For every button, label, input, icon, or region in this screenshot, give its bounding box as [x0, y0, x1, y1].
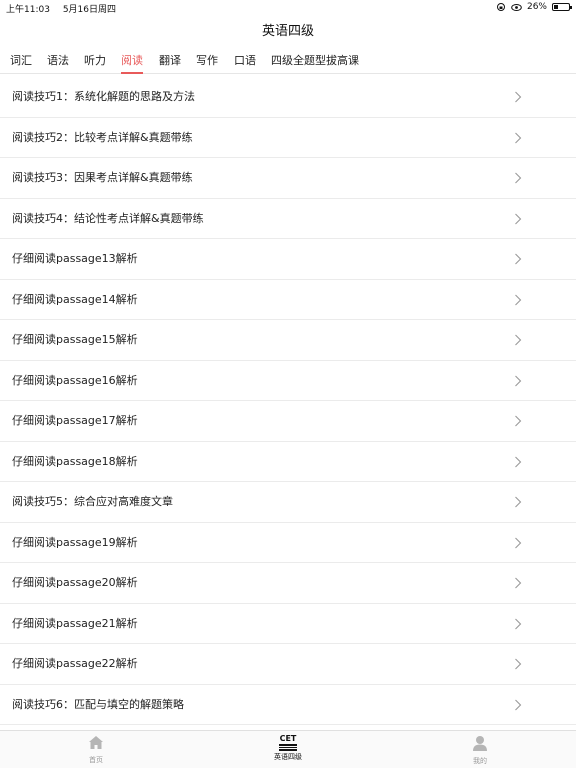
chevron-right-icon: [515, 172, 522, 184]
list-item-label: 阅读技巧1：系统化解题的思路及方法: [12, 90, 195, 103]
tab-cet-label: 英语四级: [274, 752, 302, 761]
list-item[interactable]: 仔细阅读passage13解析: [0, 239, 576, 280]
list-item[interactable]: 仔细阅读passage14解析: [0, 280, 576, 320]
home-icon: [89, 736, 103, 749]
chevron-right-icon: [515, 577, 522, 589]
tab-0[interactable]: 词汇: [10, 48, 32, 74]
status-left: 上午11:03 5月16日周四: [6, 2, 126, 15]
chevron-right-icon: [515, 294, 522, 305]
list-item[interactable]: 仔细阅读passage16解析: [0, 361, 576, 401]
status-bar: 上午11:03 5月16日周四 26%: [0, 0, 576, 16]
list-item[interactable]: 仔细阅读passage21解析: [0, 604, 576, 644]
bottom-tab-bar: 首页 CET 英语四级 我的: [0, 730, 576, 768]
chevron-right-icon: [515, 456, 522, 467]
user-icon: [473, 736, 487, 751]
list-item-label: 阅读技巧5：综合应对高难度文章: [12, 495, 173, 508]
tab-home[interactable]: 首页: [84, 735, 108, 765]
chevron-right-icon: [515, 537, 522, 548]
chevron-right-icon: [515, 415, 522, 427]
list-item-label: 仔细阅读passage15解析: [12, 333, 138, 346]
chevron-right-icon: [515, 213, 522, 224]
list-item-label: 阅读技巧4：结论性考点详解&真题带练: [12, 211, 204, 225]
tab-5[interactable]: 写作: [196, 48, 218, 74]
battery-icon: [552, 3, 572, 11]
list-item[interactable]: 仔细阅读passage19解析: [0, 523, 576, 563]
lesson-list: 阅读技巧1：系统化解题的思路及方法 阅读技巧2：比较考点详解&真题带练 阅读技巧3：…: [0, 77, 576, 725]
category-tabs: 词汇 语法 听力 阅读 翻译 写作 口语 四级全题型拔高课: [0, 48, 576, 74]
list-item-label: 仔细阅读passage19解析: [12, 535, 138, 549]
tab-home-label: 首页: [89, 756, 103, 764]
tab-3[interactable]: 阅读: [121, 48, 143, 74]
list-item-label: 仔细阅读passage14解析: [12, 292, 138, 306]
chevron-right-icon: [515, 334, 522, 346]
status-right: 26%: [496, 2, 572, 12]
list-item-label: 仔细阅读passage13解析: [12, 252, 138, 265]
list-item-label: 仔细阅读passage18解析: [12, 454, 138, 468]
battery-percent: 26%: [526, 2, 547, 12]
list-item-label: 阅读技巧6：匹配与填空的解题策略: [12, 697, 184, 711]
status-date: 5月16日周四: [62, 5, 116, 15]
cet-icon: CET: [279, 735, 297, 751]
chevron-right-icon: [515, 375, 522, 386]
tab-7[interactable]: 四级全题型拔高课: [271, 48, 359, 74]
list-item[interactable]: 仔细阅读passage15解析: [0, 320, 576, 361]
list-item[interactable]: 阅读技巧1：系统化解题的思路及方法: [0, 77, 576, 118]
page-title: 英语四级: [261, 24, 314, 39]
cet-icon-text: CET: [279, 734, 297, 743]
list-item-label: 仔细阅读passage22解析: [12, 657, 138, 670]
list-item-label: 仔细阅读passage20解析: [12, 576, 138, 589]
chevron-right-icon: [515, 699, 522, 710]
list-item-label: 阅读技巧3：因果考点详解&真题带练: [12, 171, 193, 184]
list-item[interactable]: 仔细阅读passage20解析: [0, 563, 576, 604]
list-item[interactable]: 阅读技巧3：因果考点详解&真题带练: [0, 158, 576, 199]
tab-me[interactable]: 我的: [468, 735, 492, 766]
list-item-label: 仔细阅读passage17解析: [12, 414, 138, 427]
chevron-right-icon: [515, 658, 522, 670]
battery-fill: [554, 5, 558, 9]
tab-2[interactable]: 听力: [84, 48, 106, 74]
chevron-right-icon: [515, 91, 522, 103]
tab-me-label: 我的: [473, 757, 487, 765]
tab-cet[interactable]: CET 英语四级: [270, 735, 306, 762]
tab-1[interactable]: 语法: [47, 48, 69, 74]
list-item[interactable]: 仔细阅读passage17解析: [0, 401, 576, 442]
chevron-right-icon: [515, 132, 522, 143]
eye-icon: [511, 3, 522, 11]
chevron-right-icon: [515, 496, 522, 508]
list-item-label: 阅读技巧2：比较考点详解&真题带练: [12, 130, 193, 144]
list-item[interactable]: 阅读技巧4：结论性考点详解&真题带练: [0, 199, 576, 239]
tab-4[interactable]: 翻译: [159, 48, 181, 74]
list-item-label: 仔细阅读passage21解析: [12, 616, 138, 630]
list-item[interactable]: 仔细阅读passage18解析: [0, 442, 576, 482]
list-item[interactable]: 阅读技巧5：综合应对高难度文章: [0, 482, 576, 523]
list-item[interactable]: 阅读技巧2：比较考点详解&真题带练: [0, 118, 576, 158]
list-item[interactable]: 仔细阅读passage22解析: [0, 644, 576, 685]
list-item[interactable]: 阅读技巧6：匹配与填空的解题策略: [0, 685, 576, 725]
chevron-right-icon: [515, 618, 522, 629]
tab-6[interactable]: 口语: [234, 48, 256, 74]
chevron-right-icon: [515, 253, 522, 265]
status-time: 上午11:03: [6, 5, 50, 15]
orientation-lock-icon: [496, 3, 505, 11]
list-item-label: 仔细阅读passage16解析: [12, 373, 138, 387]
